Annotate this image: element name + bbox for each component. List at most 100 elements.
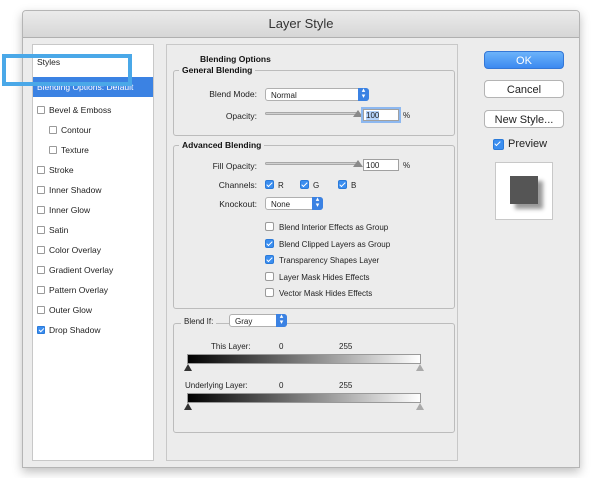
advanced-option-label: Layer Mask Hides Effects [279,272,370,282]
sidebar-item-checkbox[interactable] [49,146,57,154]
cancel-button[interactable]: Cancel [484,80,564,98]
opacity-unit: % [403,111,411,120]
advanced-option-label: Blend Interior Effects as Group [279,223,389,232]
advanced-option-label: Vector Mask Hides Effects [279,289,373,298]
fill-opacity-label: Fill Opacity: [212,161,257,171]
blend-mode-value: Normal [271,91,297,100]
sidebar-item-label: Contour [61,125,92,135]
sidebar-item[interactable]: Pattern Overlay [33,281,153,299]
opacity-slider[interactable] [265,112,357,115]
knockout-select[interactable]: None ▴ ▾ [265,196,323,210]
sidebar-item-label: Color Overlay [49,245,101,255]
sidebar-item-label: Inner Shadow [49,185,102,195]
channel-b-checkbox[interactable] [338,180,347,189]
styles-sidebar: Styles Blending Options: Default Bevel & E… [32,44,154,461]
dialog-title: Layer Style [23,11,579,38]
sidebar-item-label: Stroke [49,165,74,175]
this-layer-gradient [187,354,421,364]
style-preview-thumbnail [495,162,553,220]
sidebar-item-label: Satin [49,225,69,235]
advanced-blending-title: Advanced Blending [179,140,265,150]
blend-mode-label: Blend Mode: [209,89,257,99]
sidebar-item[interactable]: Bevel & Emboss [33,101,153,119]
channel-b-label: B [351,181,357,190]
sidebar-item[interactable]: Satin [33,221,153,239]
sidebar-item-checkbox[interactable] [37,326,45,334]
blending-options-panel: Blending Options General Blending Blend … [166,44,458,461]
blend-if-value: Gray [235,317,253,326]
underlying-layer-high-value: 255 [339,381,353,390]
fill-opacity-unit: % [403,161,411,170]
sidebar-item-checkbox[interactable] [37,186,45,194]
channel-g-label: G [313,181,320,190]
advanced-option-checkbox[interactable] [265,255,274,264]
underlying-layer-low-value: 0 [279,381,284,390]
sidebar-item[interactable]: Stroke [33,161,153,179]
sidebar-item-checkbox[interactable] [37,226,45,234]
advanced-option-checkbox[interactable] [265,271,274,281]
sidebar-item-label: Gradient Overlay [49,265,114,275]
this-layer-black-handle[interactable] [184,364,192,371]
sidebar-item-checkbox[interactable] [49,126,57,134]
blend-if-label: Blend If: [181,317,217,326]
sidebar-item-label: Bevel & Emboss [49,105,112,115]
sidebar-item[interactable]: Contour [33,121,153,139]
advanced-option-checkbox[interactable] [265,288,274,297]
blend-if-select[interactable]: Gray ▴ ▾ [229,313,287,327]
channels-label: Channels: [218,180,257,190]
this-layer-high-value: 255 [339,342,353,351]
sidebar-item-checkbox[interactable] [37,206,45,214]
sidebar-item-label: Inner Glow [49,205,91,215]
sidebar-item-label: Texture [61,145,89,155]
knockout-value: None [271,200,291,209]
sidebar-item-label: Drop Shadow [49,325,101,335]
sidebar-item[interactable]: Gradient Overlay [33,261,153,279]
sidebar-item-label: Outer Glow [49,305,92,315]
new-style-button[interactable]: New Style... [484,110,564,128]
preview-label: Preview [508,138,548,150]
sidebar-item[interactable]: Inner Glow [33,201,153,219]
channel-r-checkbox[interactable] [265,180,274,189]
sidebar-item-checkbox[interactable] [37,166,45,174]
advanced-option-checkbox[interactable] [265,238,274,248]
sidebar-item[interactable]: Inner Shadow [33,181,153,199]
select-arrows-icon: ▴ ▾ [358,87,369,101]
ok-button[interactable]: OK [484,51,564,69]
underlying-layer-black-handle[interactable] [184,403,192,410]
callout-highlight-box [2,54,132,86]
sidebar-item-checkbox[interactable] [37,266,45,274]
this-layer-label: This Layer: [211,342,251,351]
advanced-option-label: Transparency Shapes Layer [279,256,380,265]
this-layer-low-value: 0 [279,342,284,351]
sidebar-item[interactable]: Outer Glow [33,301,153,319]
fill-opacity-slider-handle[interactable] [353,160,363,167]
knockout-label: Knockout: [219,199,257,209]
blending-options-title: Blending Options [197,54,274,64]
sidebar-item-checkbox[interactable] [37,286,45,294]
sidebar-item-checkbox[interactable] [37,306,45,314]
blend-if-group [173,323,455,433]
this-layer-white-handle[interactable] [416,364,424,371]
sidebar-item-checkbox[interactable] [37,246,45,254]
sidebar-item[interactable]: Drop Shadow [33,321,153,339]
advanced-option-checkbox[interactable] [265,222,274,231]
opacity-label: Opacity: [225,111,257,121]
underlying-layer-gradient [187,393,421,403]
underlying-layer-white-handle[interactable] [416,403,424,410]
select-arrows-icon: ▴ ▾ [312,196,323,210]
advanced-option-label: Blend Clipped Layers as Group [279,239,391,249]
select-arrows-icon: ▴ ▾ [276,313,287,327]
preview-checkbox[interactable] [493,139,504,150]
general-blending-title: General Blending [179,65,256,75]
sidebar-item[interactable]: Color Overlay [33,241,153,259]
fill-opacity-input[interactable]: 100 [363,159,399,171]
channel-r-label: R [278,181,284,190]
fill-opacity-slider[interactable] [265,162,357,165]
opacity-slider-handle[interactable] [353,110,363,117]
sidebar-item[interactable]: Texture [33,141,153,159]
underlying-layer-label: Underlying Layer: [185,381,248,390]
opacity-input[interactable]: 100 [363,109,399,121]
channel-g-checkbox[interactable] [300,180,309,189]
sidebar-item-checkbox[interactable] [37,106,45,114]
blend-mode-select[interactable]: Normal ▴ ▾ [265,87,369,101]
